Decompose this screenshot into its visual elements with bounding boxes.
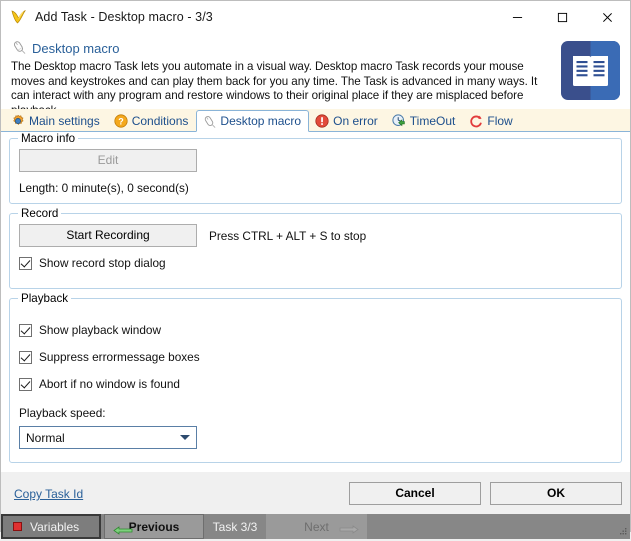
window-controls [495, 1, 630, 33]
status-bar: Variables Previous Task 3/3 Next [1, 514, 630, 539]
next-label: Next [304, 520, 329, 534]
show-playback-window-checkbox[interactable]: Show playback window [19, 323, 612, 337]
previous-button[interactable]: Previous [104, 514, 204, 539]
title-bar: Add Task - Desktop macro - 3/3 [1, 1, 630, 33]
window-title: Add Task - Desktop macro - 3/3 [35, 10, 213, 24]
task-counter-label: Task 3/3 [213, 520, 258, 534]
previous-label: Previous [129, 520, 180, 534]
flow-arrow-icon [469, 114, 483, 128]
app-logo-icon [10, 8, 28, 26]
next-button[interactable]: Next [266, 514, 367, 539]
checkbox-box [19, 257, 32, 270]
macro-info-group: Macro info Edit Length: 0 minute(s), 0 s… [9, 138, 622, 204]
book-icon [561, 41, 620, 100]
record-button-row: Start Recording Press CTRL + ALT + S to … [19, 224, 612, 247]
playback-group-title: Playback [18, 292, 71, 305]
task-counter: Task 3/3 [204, 514, 266, 539]
record-group-title: Record [18, 207, 61, 220]
arrow-right-icon [339, 523, 359, 537]
gear-icon [11, 114, 25, 128]
edit-macro-button[interactable]: Edit [19, 149, 197, 172]
mouse-icon [11, 39, 26, 57]
tab-label: Conditions [132, 114, 189, 128]
checkbox-label: Abort if no window is found [39, 377, 180, 391]
tab-label: On error [333, 114, 378, 128]
macro-length-label: Length: 0 minute(s), 0 second(s) [19, 181, 612, 195]
clock-icon [392, 114, 406, 128]
checkbox-box [19, 378, 32, 391]
record-dot-icon [13, 522, 22, 531]
header-title-row: Desktop macro [11, 39, 620, 57]
playback-speed-value: Normal [26, 431, 65, 445]
tab-content-desktop-macro: Macro info Edit Length: 0 minute(s), 0 s… [1, 132, 630, 472]
start-recording-button[interactable]: Start Recording [19, 224, 197, 247]
copy-task-id-link[interactable]: Copy Task Id [14, 487, 83, 501]
tab-on-error[interactable]: On error [309, 109, 386, 131]
tab-conditions[interactable]: ? Conditions [108, 109, 197, 131]
task-header: Desktop macro The Desktop macro Task let… [1, 33, 630, 109]
record-stop-hint: Press CTRL + ALT + S to stop [209, 229, 366, 243]
macro-info-group-title: Macro info [18, 132, 78, 145]
close-button[interactable] [585, 1, 630, 33]
playback-speed-label: Playback speed: [19, 406, 612, 420]
mouse-icon [202, 114, 216, 128]
tab-label: TimeOut [410, 114, 456, 128]
minimize-button[interactable] [495, 1, 540, 33]
abort-if-no-window-checkbox[interactable]: Abort if no window is found [19, 377, 612, 391]
tab-label: Flow [487, 114, 512, 128]
tab-main-settings[interactable]: Main settings [5, 109, 108, 131]
tab-strip: Main settings ? Conditions [1, 109, 630, 132]
dialog-footer: Copy Task Id Cancel OK [1, 472, 630, 514]
variables-button[interactable]: Variables [1, 514, 101, 539]
arrow-left-icon [113, 524, 133, 538]
maximize-button[interactable] [540, 1, 585, 33]
playback-speed-select[interactable]: Normal [19, 426, 197, 449]
playback-group: Playback Show playback window Suppress e… [9, 298, 622, 463]
tab-timeout[interactable]: TimeOut [386, 109, 464, 131]
chevron-down-icon [180, 435, 190, 440]
header-title: Desktop macro [32, 41, 119, 56]
checkbox-label: Suppress errormessage boxes [39, 350, 200, 364]
question-mark-icon: ? [114, 114, 128, 128]
record-group: Record Start Recording Press CTRL + ALT … [9, 213, 622, 289]
add-task-window: Add Task - Desktop macro - 3/3 [0, 0, 631, 532]
ok-button[interactable]: OK [490, 482, 622, 505]
dialog-buttons: Cancel OK [349, 482, 622, 505]
checkbox-label: Show playback window [39, 323, 161, 337]
error-icon [315, 114, 329, 128]
tab-flow[interactable]: Flow [463, 109, 520, 131]
tab-label: Desktop macro [220, 114, 301, 128]
svg-text:?: ? [118, 116, 124, 126]
checkbox-label: Show record stop dialog [39, 256, 166, 270]
tab-desktop-macro[interactable]: Desktop macro [196, 110, 309, 132]
variables-label: Variables [30, 520, 79, 534]
resize-grip[interactable] [616, 526, 628, 538]
tab-label: Main settings [29, 114, 100, 128]
cancel-button[interactable]: Cancel [349, 482, 481, 505]
show-record-stop-dialog-checkbox[interactable]: Show record stop dialog [19, 256, 612, 270]
suppress-error-messages-checkbox[interactable]: Suppress errormessage boxes [19, 350, 612, 364]
checkbox-box [19, 351, 32, 364]
checkbox-box [19, 324, 32, 337]
